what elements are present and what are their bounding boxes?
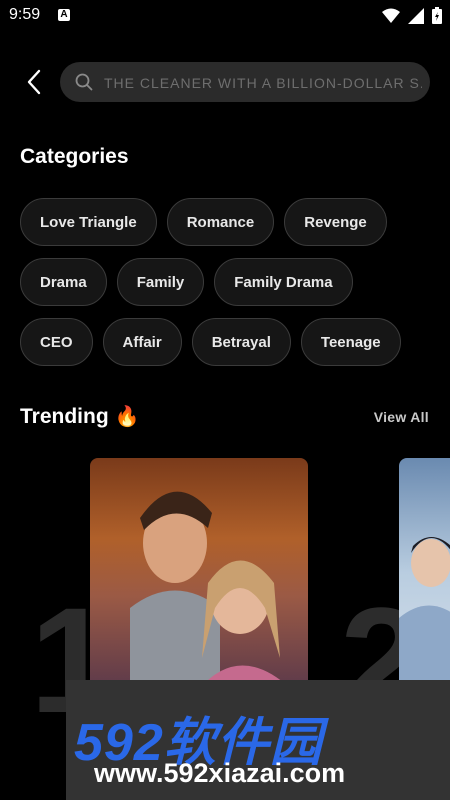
chip-family[interactable]: Family (116, 258, 205, 306)
trending-title: Trending 🔥 (20, 404, 139, 429)
chip-revenge[interactable]: Revenge (284, 198, 387, 246)
search-input[interactable] (102, 62, 424, 104)
chip-ceo[interactable]: CEO (20, 318, 93, 366)
chip-row: Drama Family Family Drama (20, 258, 440, 306)
signal-icon (408, 7, 424, 24)
battery-icon (432, 7, 442, 24)
status-icons (382, 7, 442, 24)
status-bar: 9:59 A (0, 0, 450, 32)
wifi-icon (382, 8, 400, 23)
fire-icon: 🔥 (114, 406, 140, 428)
chip-love-triangle[interactable]: Love Triangle (20, 198, 157, 246)
poster-image (399, 537, 450, 688)
chip-betrayal[interactable]: Betrayal (191, 318, 291, 366)
status-time: 9:59 (9, 6, 41, 23)
chip-row: Love Triangle Romance Revenge (20, 198, 440, 246)
notification-icon: A (58, 9, 70, 21)
watermark-banner: 592软件园 www.592xiazai.com (66, 680, 450, 800)
categories-title: Categories (20, 145, 129, 168)
search-box[interactable] (60, 62, 430, 104)
chip-romance[interactable]: Romance (166, 198, 275, 246)
trending-label: Trending (20, 405, 109, 428)
chip-row: CEO Affair Betrayal Teenage (20, 318, 440, 366)
chip-family-drama[interactable]: Family Drama (214, 258, 353, 306)
view-all-link[interactable]: View All (374, 409, 429, 425)
trending-card-1[interactable] (90, 458, 308, 688)
chip-teenage[interactable]: Teenage (300, 318, 401, 366)
poster-image (130, 491, 290, 688)
category-chips: Love Triangle Romance Revenge Drama Fami… (20, 198, 440, 378)
chip-drama[interactable]: Drama (20, 258, 107, 306)
back-button[interactable] (22, 68, 48, 96)
chip-affair[interactable]: Affair (102, 318, 182, 366)
trending-card-2[interactable] (399, 458, 450, 688)
search-header (0, 62, 450, 104)
chevron-left-icon (27, 69, 41, 95)
watermark-url: www.592xiazai.com (94, 758, 346, 788)
search-icon (75, 73, 93, 91)
